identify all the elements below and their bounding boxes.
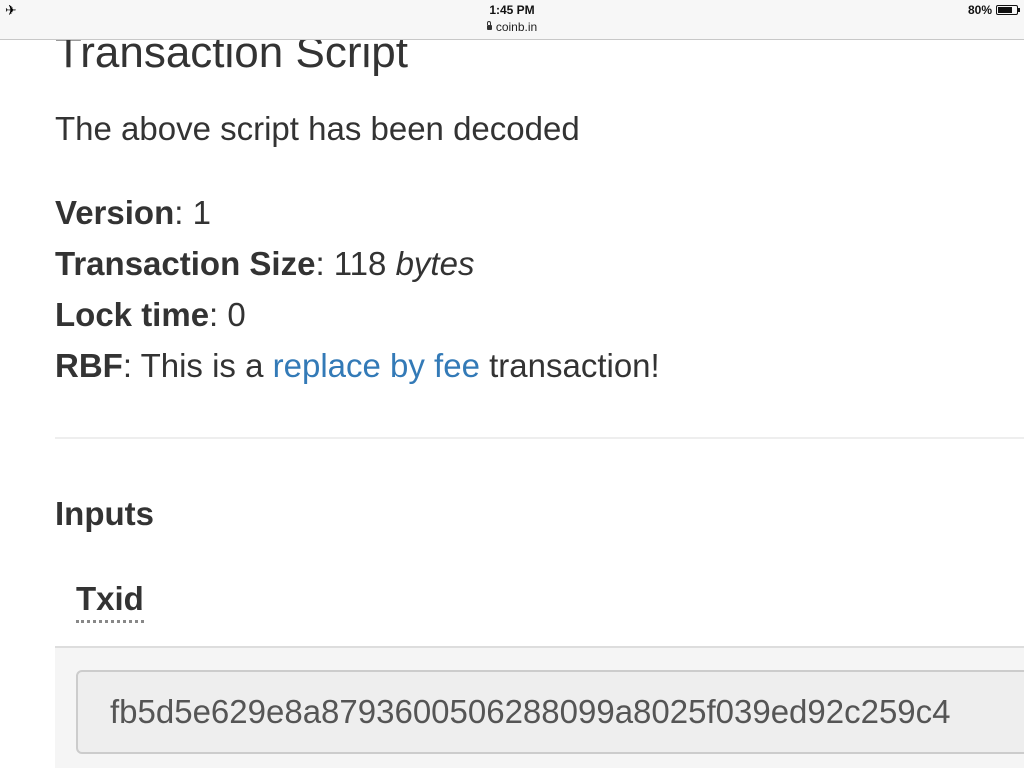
address-bar[interactable]: coinb.in (0, 20, 1024, 34)
size-label: Transaction Size (55, 245, 316, 282)
size-value: 118 (333, 245, 387, 282)
inputs-table: fb5d5e629e8a8793600506288099a8025f039ed9… (55, 646, 1024, 768)
rbf-prefix: This is a (140, 347, 264, 384)
locktime-value: 0 (227, 296, 246, 333)
replace-by-fee-link[interactable]: replace by fee (273, 347, 480, 384)
battery-level (998, 7, 1013, 13)
size-unit: bytes (395, 245, 475, 282)
rbf-label: RBF (55, 347, 123, 384)
decoded-message: The above script has been decoded (55, 110, 580, 147)
page-content: Transaction Script The above script has … (0, 40, 1024, 768)
status-time: 1:45 PM (489, 3, 535, 17)
locktime-row: Lock time: 0 (55, 296, 246, 333)
transaction-details: Version: 1 Transaction Size: 118 bytes L… (55, 187, 660, 391)
battery-percent: 80% (967, 3, 992, 17)
rbf-row: RBF: This is a replace by fee transactio… (55, 347, 660, 384)
locktime-label: Lock time (55, 296, 210, 333)
txid-column-header[interactable]: Txid (76, 580, 144, 623)
version-value: 1 (192, 194, 211, 231)
battery-status: 80% (967, 3, 1020, 17)
section-divider (55, 437, 1024, 439)
version-label: Version (55, 194, 175, 231)
inputs-heading: Inputs (55, 495, 154, 532)
battery-icon (996, 5, 1020, 15)
size-row: Transaction Size: 118 bytes (55, 245, 475, 282)
status-bar: ✈ 1:45 PM coinb.in 80% (0, 0, 1024, 40)
url-text[interactable]: coinb.in (496, 20, 537, 34)
version-row: Version: 1 (55, 194, 211, 231)
txid-field[interactable]: fb5d5e629e8a8793600506288099a8025f039ed9… (76, 670, 1024, 754)
page-title: Transaction Script (55, 40, 408, 77)
lock-icon (486, 21, 492, 30)
rbf-suffix: transaction! (489, 347, 660, 384)
